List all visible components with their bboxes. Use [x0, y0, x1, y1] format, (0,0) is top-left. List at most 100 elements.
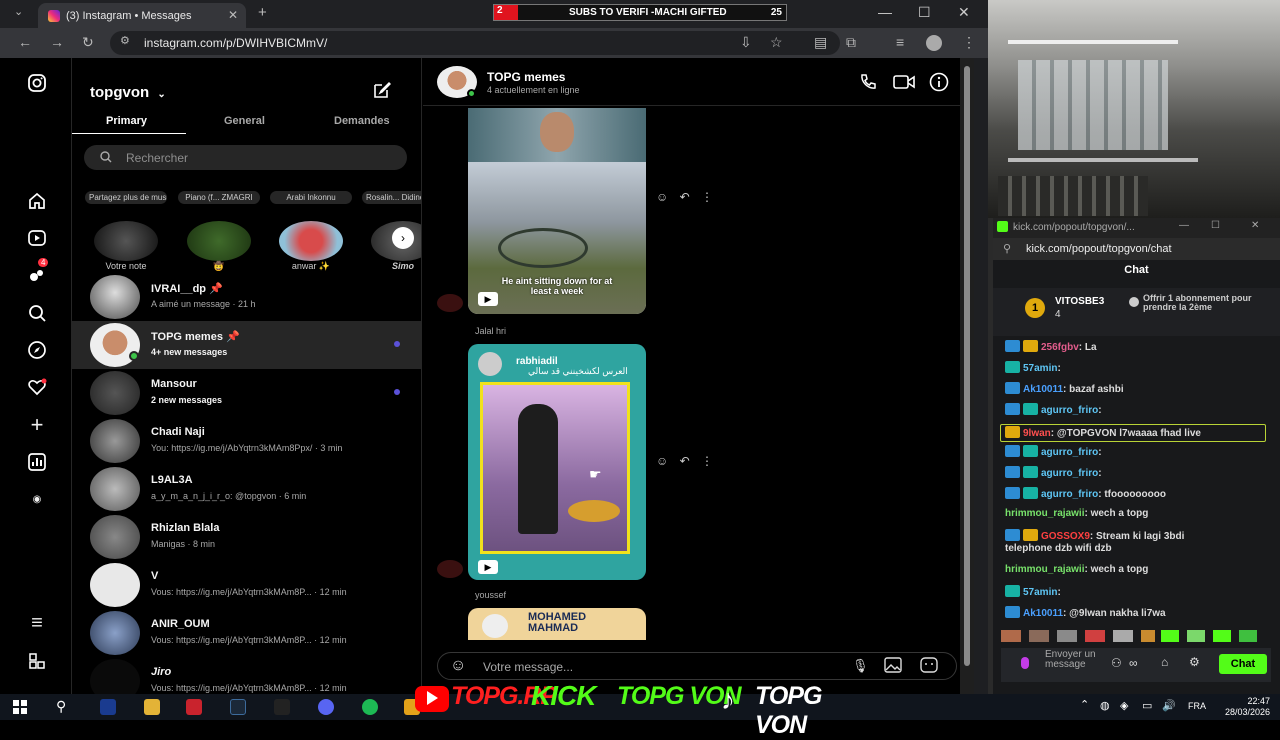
- kick-url-bar[interactable]: ⚲ kick.com/popout/topgvon/chat: [993, 238, 1280, 260]
- thread-row[interactable]: ANIR_OUM Vous: https://ig.me/j/AbYqtrn3k…: [72, 609, 421, 657]
- store-icon[interactable]: ⌂: [1161, 655, 1168, 669]
- account-switcher[interactable]: topgvon ⌄: [90, 84, 166, 101]
- new-message-icon[interactable]: [372, 80, 392, 105]
- video-call-icon[interactable]: [893, 72, 915, 97]
- chat-message[interactable]: Ak10011: bazaf ashbi: [1005, 382, 1124, 400]
- steam-icon[interactable]: [230, 699, 246, 715]
- emote-icon[interactable]: [1085, 630, 1105, 642]
- page-scrollbar[interactable]: [960, 58, 974, 694]
- reload-icon[interactable]: ↻: [82, 34, 94, 51]
- thread-row-selected[interactable]: TOPG memes 📌 4+ new messages: [72, 321, 421, 369]
- emote-icon[interactable]: [1029, 630, 1049, 642]
- close-window-icon[interactable]: ✕: [958, 4, 970, 21]
- thread-row[interactable]: V Vous: https://ig.me/j/AbYqtrn3kMAm8P..…: [72, 561, 421, 609]
- info-icon[interactable]: [929, 72, 949, 97]
- sub-prompt[interactable]: Offrir 1 abonnement pour prendre la 2ème: [1143, 294, 1273, 312]
- tab-demandes[interactable]: Demandes: [334, 115, 390, 127]
- home-icon[interactable]: [24, 188, 50, 214]
- link-icon[interactable]: ∞: [1129, 656, 1138, 670]
- close-tab-icon[interactable]: ✕: [228, 8, 238, 22]
- site-settings-icon[interactable]: ⚲: [1003, 242, 1011, 255]
- battery-icon[interactable]: ▭: [1142, 699, 1152, 712]
- maximize-icon[interactable]: ☐: [1211, 220, 1220, 231]
- chat-message[interactable]: Ak10011: @9lwan nakha li7wa: [1005, 606, 1166, 624]
- reply-icon[interactable]: ↶: [680, 190, 690, 204]
- emote-icon[interactable]: [1187, 630, 1205, 642]
- instagram-logo-icon[interactable]: [24, 70, 50, 96]
- windows-start-icon[interactable]: [13, 700, 27, 719]
- minimize-icon[interactable]: —: [878, 4, 892, 20]
- install-icon[interactable]: ⇩: [740, 34, 752, 51]
- microphone-icon[interactable]: [1021, 657, 1029, 669]
- notifications-heart-icon[interactable]: [24, 374, 50, 400]
- maximize-icon[interactable]: ☐: [918, 4, 931, 21]
- emote-icon[interactable]: [1161, 630, 1179, 642]
- chat-username[interactable]: hrimmou_rajawii: [1005, 564, 1084, 575]
- chat-username[interactable]: agurro_friro: [1041, 468, 1098, 479]
- conversation-title[interactable]: TOPG memes: [487, 70, 565, 84]
- emote-icon[interactable]: [1057, 630, 1077, 642]
- react-emoji-icon[interactable]: ☺: [656, 454, 668, 468]
- file-explorer-icon[interactable]: [144, 699, 160, 715]
- emote-icon[interactable]: [1141, 630, 1155, 642]
- chat-message[interactable]: agurro_friro:: [1005, 466, 1102, 484]
- shared-reel-media[interactable]: rabhiadil العرس لكشخينني قد سالي ▶ ☛: [468, 344, 646, 580]
- site-info-icon[interactable]: ⚙: [120, 34, 130, 47]
- settings-gear-icon[interactable]: ⚙: [1189, 655, 1200, 669]
- tray-icon[interactable]: ◈: [1120, 699, 1128, 712]
- shared-reel-media[interactable]: MOHAMED MAHMAD: [468, 608, 646, 640]
- reels-icon[interactable]: [24, 225, 50, 251]
- discord-icon[interactable]: [318, 699, 334, 715]
- chat-message[interactable]: agurro_friro:: [1005, 403, 1102, 421]
- chat-message[interactable]: hrimmou_rajawii: wech a topg: [1005, 508, 1148, 526]
- more-options-icon[interactable]: ⋮: [701, 454, 713, 468]
- message-input[interactable]: ☺ Votre message... 🎙: [437, 652, 957, 680]
- thread-row[interactable]: Mansour 2 new messages: [72, 369, 421, 417]
- chat-message[interactable]: 57amin:: [1005, 585, 1061, 603]
- page-scroll-thumb[interactable]: [964, 66, 970, 666]
- emote-icon[interactable]: [1213, 630, 1231, 642]
- chat-username[interactable]: Ak10011: [1023, 608, 1063, 619]
- volume-icon[interactable]: 🔊: [1162, 699, 1176, 712]
- explore-icon[interactable]: [24, 337, 50, 363]
- chat-send-button[interactable]: Chat: [1219, 654, 1267, 674]
- tab-primary[interactable]: Primary: [106, 115, 147, 127]
- rockstar-app-icon[interactable]: [100, 699, 116, 715]
- chat-message[interactable]: telephone dzb wifi dzb: [1005, 543, 1112, 561]
- shared-reel-media[interactable]: He aint sitting down for at least a week…: [468, 108, 646, 314]
- dashboard-icon[interactable]: [24, 449, 50, 475]
- messages-icon[interactable]: 4: [24, 258, 50, 288]
- threads-icon[interactable]: [24, 648, 50, 674]
- clock[interactable]: 22:47 28/03/2026: [1225, 696, 1270, 718]
- extensions-icon[interactable]: ⧉: [846, 34, 856, 51]
- chat-message[interactable]: hrimmou_rajawii: wech a topg: [1005, 564, 1148, 582]
- create-plus-icon[interactable]: +: [24, 412, 50, 438]
- search-taskbar-icon[interactable]: ⚲: [56, 698, 66, 715]
- close-window-icon[interactable]: ✕: [1251, 220, 1259, 231]
- microphone-icon[interactable]: 🎙: [852, 658, 869, 674]
- chat-message[interactable]: agurro_friro:: [1005, 445, 1102, 463]
- language-indicator[interactable]: FRA: [1188, 701, 1206, 711]
- chat-message[interactable]: 57amin:: [1005, 361, 1061, 379]
- kick-message-input[interactable]: Envoyer un message ⚇ ∞ ⌂ ⚙ Chat: [1001, 648, 1271, 682]
- profile-avatar[interactable]: [926, 35, 942, 51]
- reading-icon[interactable]: ▤: [814, 34, 827, 51]
- url-field[interactable]: instagram.com/p/DWIHVBICMmV/: [110, 31, 840, 55]
- react-emoji-icon[interactable]: ☺: [656, 190, 668, 204]
- chat-username[interactable]: agurro_friro: [1041, 489, 1098, 500]
- tray-icon[interactable]: ◍: [1100, 699, 1110, 712]
- thread-row[interactable]: L9AL3A a_y_m_a_n_j_i_r_o: @topgvon · 6 m…: [72, 465, 421, 513]
- media-icon[interactable]: ≡: [896, 34, 904, 50]
- thread-row[interactable]: IVRAI__dp 📌 A aimé un message · 21 h: [72, 273, 421, 321]
- forward-icon[interactable]: →: [50, 34, 64, 50]
- voicemeeter-icon[interactable]: [186, 699, 202, 715]
- chat-message[interactable]: 9lwan: @TOPGVON l7waaaa fhad live: [1000, 424, 1266, 442]
- thread-row[interactable]: Rhizlan Blala Manigas · 8 min: [72, 513, 421, 561]
- phone-call-icon[interactable]: [858, 72, 878, 97]
- new-tab-button[interactable]: +: [258, 4, 267, 21]
- chat-username[interactable]: agurro_friro: [1041, 447, 1098, 458]
- chat-username[interactable]: 256fgbv: [1041, 342, 1079, 353]
- chat-username[interactable]: 57amin: [1023, 363, 1057, 374]
- tab-search-icon[interactable]: ⌄: [14, 5, 23, 18]
- chat-username[interactable]: GOSSOX9: [1041, 531, 1090, 542]
